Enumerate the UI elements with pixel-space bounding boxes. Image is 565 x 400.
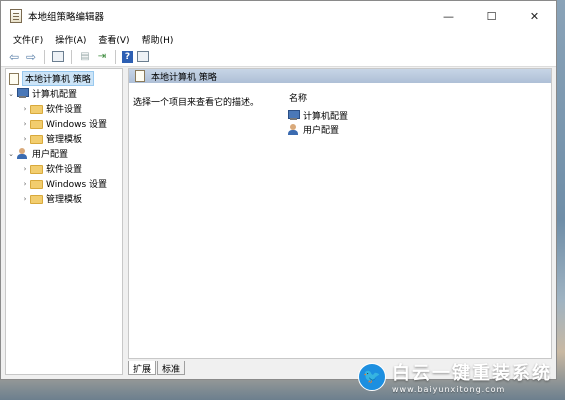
computer-icon — [16, 88, 29, 99]
tree-item-root[interactable]: 本地计算机 策略 — [6, 71, 122, 86]
tree-item-user-windows[interactable]: › Windows 设置 — [6, 176, 122, 191]
details-list: 计算机配置 用户配置 — [287, 108, 348, 136]
minimize-button[interactable]: — — [427, 1, 470, 31]
menu-help[interactable]: 帮助(H) — [136, 33, 180, 46]
chevron-right-icon[interactable]: › — [20, 120, 30, 128]
tree-item-computer-software[interactable]: › 软件设置 — [6, 101, 122, 116]
toolbar-separator — [115, 49, 116, 64]
tree-item-user-templates[interactable]: › 管理模板 — [6, 191, 122, 206]
back-arrow-icon[interactable]: ⇦ — [7, 50, 21, 64]
chevron-right-icon[interactable]: › — [20, 180, 30, 188]
forward-arrow-icon[interactable]: ⇨ — [24, 50, 38, 64]
policy-editor-app-icon — [10, 9, 22, 23]
twitter-bird-icon: 🐦 — [358, 362, 386, 391]
details-header-title: 本地计算机 策略 — [151, 72, 217, 83]
computer-icon — [287, 109, 300, 121]
chevron-right-icon[interactable]: › — [20, 135, 30, 143]
chevron-down-icon[interactable]: ⌄ — [6, 90, 16, 98]
folder-icon — [30, 194, 43, 204]
tab-standard[interactable]: 标准 — [157, 361, 186, 375]
details-pane: 本地计算机 策略 选择一个项目来查看它的描述。 名称 计算机配置 用户配置 — [128, 68, 552, 359]
watermark: 🐦 白云一键重装系统 www.baiyunxitong.com — [358, 359, 552, 394]
user-icon — [287, 123, 300, 135]
details-header: 本地计算机 策略 — [129, 69, 551, 83]
column-header-name[interactable]: 名称 — [289, 91, 307, 104]
menu-view[interactable]: 查看(V) — [92, 33, 135, 46]
tree-item-label: 软件设置 — [46, 105, 83, 115]
list-item-label: 计算机配置 — [303, 111, 349, 122]
chevron-right-icon[interactable]: › — [20, 195, 30, 203]
tab-extended[interactable]: 扩展 — [128, 361, 157, 375]
policy-document-icon — [9, 72, 19, 85]
tree-item-label: 计算机配置 — [32, 90, 78, 100]
folder-icon — [30, 119, 43, 129]
tree-item-computer-templates[interactable]: › 管理模板 — [6, 131, 122, 146]
toolbar: ⇦ ⇨ ▤ ⇥ ? — [1, 47, 556, 67]
chevron-right-icon[interactable]: › — [20, 105, 30, 113]
list-item-user-config[interactable]: 用户配置 — [287, 122, 348, 136]
menu-action[interactable]: 操作(A) — [49, 33, 92, 46]
user-icon — [16, 148, 29, 159]
tree-item-label: Windows 设置 — [46, 120, 108, 130]
folder-icon — [30, 164, 43, 174]
details-area: 本地计算机 策略 选择一个项目来查看它的描述。 名称 计算机配置 用户配置 扩展 — [128, 68, 552, 375]
tree-item-computer-windows[interactable]: › Windows 设置 — [6, 116, 122, 131]
tree-item-label: 管理模板 — [46, 135, 83, 145]
main-content: 本地计算机 策略 ⌄ 计算机配置 › 软件设置 › Windows 设置 › 管… — [5, 68, 552, 375]
chevron-right-icon[interactable]: › — [20, 165, 30, 173]
toolbar-separator — [44, 49, 45, 64]
view-icon[interactable] — [136, 50, 150, 64]
title-bar[interactable]: 本地组策略编辑器 — ☐ ✕ — [1, 1, 556, 31]
window-title: 本地组策略编辑器 — [28, 12, 105, 23]
maximize-button[interactable]: ☐ — [470, 1, 513, 31]
export-list-icon[interactable]: ⇥ — [95, 50, 109, 64]
tree-item-label: 软件设置 — [46, 165, 83, 175]
policy-document-icon — [135, 70, 145, 82]
folder-icon — [30, 104, 43, 114]
menu-bar: 文件(F) 操作(A) 查看(V) 帮助(H) — [1, 31, 556, 47]
tree-item-computer-config[interactable]: ⌄ 计算机配置 — [6, 86, 122, 101]
tree-item-user-software[interactable]: › 软件设置 — [6, 161, 122, 176]
menu-file[interactable]: 文件(F) — [7, 33, 49, 46]
watermark-url: www.baiyunxitong.com — [392, 385, 506, 394]
toolbar-separator — [71, 49, 72, 64]
tree-item-label: 用户配置 — [32, 150, 69, 160]
tree-item-label: 本地计算机 策略 — [22, 71, 94, 86]
watermark-text: 白云一键重装系统 www.baiyunxitong.com — [392, 359, 552, 394]
watermark-title: 白云一键重装系统 — [392, 363, 552, 384]
tree-item-label: Windows 设置 — [46, 180, 108, 190]
console-tree-icon[interactable] — [51, 50, 65, 64]
console-tree: 本地计算机 策略 ⌄ 计算机配置 › 软件设置 › Windows 设置 › 管… — [5, 68, 123, 375]
tree-item-user-config[interactable]: ⌄ 用户配置 — [6, 146, 122, 161]
chevron-down-icon[interactable]: ⌄ — [6, 150, 16, 158]
gpedit-window: 本地组策略编辑器 — ☐ ✕ 文件(F) 操作(A) 查看(V) 帮助(H) ⇦… — [0, 0, 557, 380]
list-item-computer-config[interactable]: 计算机配置 — [287, 108, 348, 122]
description-text: 选择一个项目来查看它的描述。 — [133, 98, 260, 108]
tree-item-label: 管理模板 — [46, 195, 83, 205]
help-icon[interactable]: ? — [122, 50, 133, 63]
list-item-label: 用户配置 — [303, 125, 340, 136]
folder-icon — [30, 134, 43, 144]
folder-icon — [30, 179, 43, 189]
close-button[interactable]: ✕ — [513, 1, 556, 31]
properties-icon[interactable]: ▤ — [78, 50, 92, 64]
